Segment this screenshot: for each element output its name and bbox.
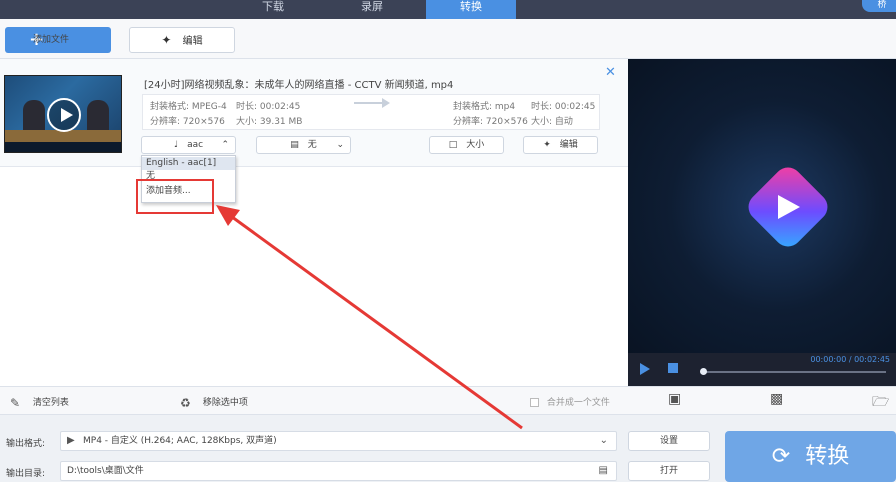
timecode: 00:00:00 / 00:02:45 [810,355,890,364]
corner-button[interactable]: 桥 [862,0,896,12]
output-settings: 输出格式: ▶ MP4 - 自定义 (H.264; AAC, 128Kbps, … [0,415,896,482]
target-size: 大小: 自动 [531,117,573,127]
thumbnail-ticker [5,142,121,152]
convert-icon: ⟳ [771,444,791,469]
tab-convert[interactable]: 转换 [426,0,516,19]
trash-icon: ♻ [180,395,191,410]
remove-selected-label: 移除选中项 [202,398,248,408]
remove-selected-button[interactable]: ♻ 移除选中项 [180,395,248,410]
clear-list-button[interactable]: ✎ 清空列表 [10,395,69,410]
chevron-up-icon: ⌃ [221,140,229,150]
target-duration: 时长: 00:02:45 [531,102,596,112]
dropdown-option-english-aac[interactable]: English - aac[1] [142,157,235,170]
subtitle-select[interactable]: ▤ 无 ⌄ [256,136,351,154]
subtitle-value: 无 [307,140,317,150]
output-format-label: 输出格式: [6,439,46,449]
magic-wand-icon: ✦ [543,140,551,150]
top-nav-bar: 下载 录屏 转换 桥 [0,0,896,19]
chevron-down-icon: ⌄ [599,435,608,446]
merge-checkbox[interactable]: 合并成一个文件 [530,395,610,408]
audio-track-value: aac [187,140,204,150]
list-item[interactable]: [24小时]网络视频乱象：未成年人的网络直播 - CCTV 新闻频道, mp4 … [0,59,628,203]
file-icon: □ [448,140,458,150]
snapshot-icon[interactable]: ▩ [770,391,783,407]
chevron-down-icon: ⌄ [336,140,344,150]
arrow-right-icon [354,98,390,108]
edit-label: 编辑 [182,36,203,47]
seek-handle[interactable] [700,368,707,375]
output-format-select[interactable]: ▶ MP4 - 自定义 (H.264; AAC, 128Kbps, 双声道) ⌄ [60,431,617,451]
format-icon: ▶ [67,435,75,446]
output-dir-value: D:\tools\桌面\文件 [67,466,144,476]
merge-label: 合并成一个文件 [546,398,610,408]
add-file-label: 添加文件 [33,35,70,45]
convert-label: 转换 [805,444,850,469]
play-icon[interactable] [47,98,81,132]
toolbar: + 添加文件 ✦ 编辑 [0,19,896,59]
file-list: [24小时]网络视频乱象：未成年人的网络直播 - CCTV 新闻频道, mp4 … [0,59,628,386]
edit-button[interactable]: ✦ 编辑 [129,27,235,53]
edit-file-label: 编辑 [559,140,578,150]
output-format-value: MP4 - 自定义 (H.264; AAC, 128Kbps, 双声道) [83,436,277,446]
play-icon[interactable] [640,363,650,375]
clear-list-label: 清空列表 [32,398,69,408]
add-file-button[interactable]: + 添加文件 [5,27,111,53]
stop-icon[interactable] [668,363,678,373]
convert-button[interactable]: ⟳ 转换 [725,431,896,482]
file-title: [24小时]网络视频乱象：未成年人的网络直播 - CCTV 新闻频道, mp4 [144,80,454,91]
video-preview[interactable] [628,59,896,386]
source-size: 大小: 39.31 MB [236,117,303,127]
tab-record-screen[interactable]: 录屏 [327,0,417,19]
size-button[interactable]: □ 大小 [429,136,504,154]
thumbnail-figure [23,100,45,134]
magic-wand-icon: ✦ [161,33,172,47]
checkbox-box[interactable] [530,398,539,407]
close-icon[interactable]: ✕ [605,65,616,80]
logo-play-icon [774,195,802,219]
audio-track-select[interactable]: ♩ aac ⌃ [141,136,236,154]
output-dir-field[interactable]: D:\tools\桌面\文件 ▤ [60,461,617,481]
highlight-box [136,179,214,214]
subtitle-icon: ▤ [290,140,299,150]
broom-icon: ✎ [10,395,21,410]
tab-download[interactable]: 下载 [228,0,318,19]
edit-file-button[interactable]: ✦ 编辑 [523,136,598,154]
target-format: 封装格式: mp4 [453,102,516,112]
open-button[interactable]: 打开 [628,461,710,481]
size-label: 大小 [466,140,485,150]
thumbnail-figure [87,100,109,134]
folder-icon[interactable]: ▤ [599,462,608,480]
list-actions-bar: ✎ 清空列表 ♻ 移除选中项 合并成一个文件 ▣ ▩ 🗁 [0,386,896,415]
output-dir-label: 输出目录: [6,469,46,479]
settings-button[interactable]: 设置 [628,431,710,451]
audio-icon: ♩ [173,140,179,150]
folder-icon[interactable]: 🗁 [872,391,889,415]
player-controls: 00:00:00 / 00:02:45 [628,353,896,386]
crop-icon[interactable]: ▣ [668,391,681,407]
seek-bar[interactable] [702,371,886,373]
source-resolution: 分辨率: 720×576 [150,117,225,127]
video-thumbnail[interactable] [4,75,122,153]
target-resolution: 分辨率: 720×576 [453,117,528,127]
source-duration: 时长: 00:02:45 [236,102,301,112]
source-format: 封装格式: MPEG-4 [150,102,227,112]
